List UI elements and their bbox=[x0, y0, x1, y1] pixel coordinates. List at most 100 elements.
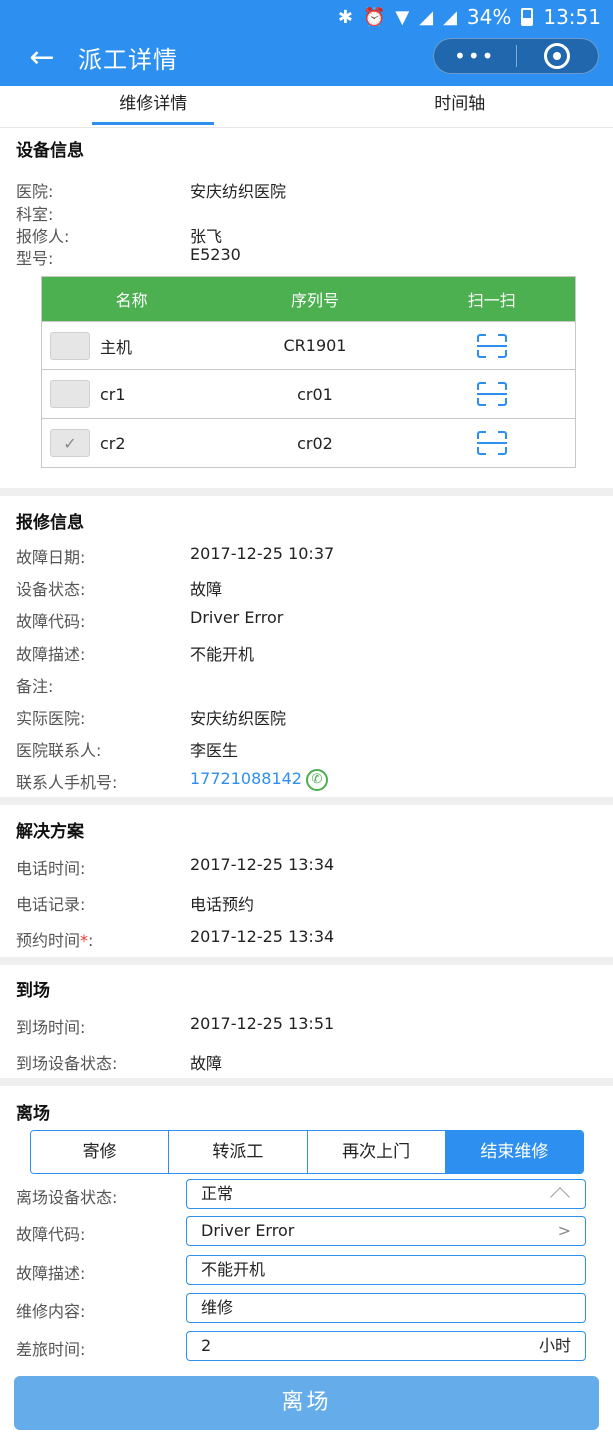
fault-code-picker[interactable]: Driver Error > bbox=[186, 1216, 586, 1246]
device-table: 名称 序列号 扫一扫 主机 CR1901 cr1 cr01 ✓ cr2 cr02 bbox=[41, 276, 576, 468]
fault-code-label: 故障代码: bbox=[16, 612, 86, 631]
bluetooth-icon: ✱ bbox=[337, 6, 353, 28]
checkmark-icon: ✓ bbox=[63, 433, 77, 453]
arrival-title: 到场 bbox=[16, 981, 50, 1001]
appointment-time-label-colon: : bbox=[88, 931, 94, 950]
wifi-icon: ▼ bbox=[395, 6, 410, 28]
segment-revisit[interactable]: 再次上门 bbox=[307, 1131, 446, 1173]
arrival-time-label: 到场时间: bbox=[16, 1018, 86, 1037]
tab-repair-details[interactable]: 维修详情 bbox=[0, 86, 307, 127]
section-divider bbox=[0, 797, 613, 805]
device-name: cr2 bbox=[100, 433, 126, 453]
section-divider bbox=[0, 957, 613, 965]
top-bar: ✱ ⏰ ▼ ◢ ◢ 34% 13:51 ← 派工详情 ••• bbox=[0, 0, 613, 86]
chevron-right-icon: > bbox=[557, 1221, 571, 1240]
call-time-label: 电话时间: bbox=[16, 859, 86, 878]
repair-info-title: 报修信息 bbox=[16, 513, 84, 533]
fault-description-value: 不能开机 bbox=[190, 645, 255, 664]
status-bar: ✱ ⏰ ▼ ◢ ◢ 34% 13:51 bbox=[338, 4, 601, 30]
contact-phone-link[interactable]: 17721088142 bbox=[190, 769, 302, 788]
repair-content-value: 维修 bbox=[201, 1298, 234, 1317]
departure-action-segmented: 寄修 转派工 再次上门 结束维修 bbox=[30, 1130, 584, 1174]
departure-fault-description-label: 故障描述: bbox=[16, 1264, 86, 1283]
segment-reassign[interactable]: 转派工 bbox=[169, 1131, 308, 1173]
tab-timeline[interactable]: 时间轴 bbox=[307, 86, 613, 127]
nav-bar: ← 派工详情 ••• bbox=[0, 32, 613, 82]
department-label: 科室: bbox=[16, 205, 54, 224]
call-time-value: 2017-12-25 13:34 bbox=[190, 855, 335, 874]
repair-content-label: 维修内容: bbox=[16, 1302, 86, 1321]
reporter-value: 张飞 bbox=[190, 227, 223, 246]
close-mini-program-button[interactable] bbox=[517, 39, 599, 73]
fault-code-value: Driver Error bbox=[190, 608, 284, 627]
departure-status-label: 离场设备状态: bbox=[16, 1188, 118, 1207]
device-checkbox[interactable] bbox=[50, 331, 90, 360]
scan-icon[interactable] bbox=[476, 431, 507, 455]
contact-phone-label: 联系人手机号: bbox=[16, 773, 118, 792]
departure-fault-description-value: 不能开机 bbox=[201, 1260, 266, 1279]
scan-icon[interactable] bbox=[476, 333, 507, 358]
segment-mail-repair[interactable]: 寄修 bbox=[31, 1131, 170, 1173]
call-record-label: 电话记录: bbox=[16, 895, 86, 914]
alarm-icon: ⏰ bbox=[362, 6, 386, 28]
actual-hospital-label: 实际医院: bbox=[16, 709, 86, 728]
appointment-time-label-text: 预约时间 bbox=[16, 931, 81, 950]
fault-description-label: 故障描述: bbox=[16, 645, 86, 664]
depart-submit-button[interactable]: 离场 bbox=[14, 1376, 599, 1430]
column-header-scan: 扫一扫 bbox=[467, 291, 516, 310]
fault-date-label: 故障日期: bbox=[16, 548, 86, 567]
status-time: 13:51 bbox=[543, 5, 601, 29]
reporter-label: 报修人: bbox=[16, 227, 70, 246]
model-label: 型号: bbox=[16, 249, 54, 268]
back-arrow-icon: ← bbox=[29, 39, 55, 75]
battery-icon bbox=[521, 8, 534, 26]
departure-title: 离场 bbox=[16, 1104, 50, 1124]
travel-time-label: 差旅时间: bbox=[16, 1340, 86, 1359]
battery-percent: 34% bbox=[466, 5, 512, 29]
remark-label: 备注: bbox=[16, 677, 54, 696]
more-button[interactable]: ••• bbox=[434, 39, 516, 73]
hospital-value: 安庆纺织医院 bbox=[190, 182, 287, 201]
model-value: E5230 bbox=[190, 245, 241, 264]
device-checkbox[interactable] bbox=[50, 380, 90, 408]
arrival-device-status-label: 到场设备状态: bbox=[16, 1054, 118, 1073]
device-serial: cr02 bbox=[297, 433, 333, 453]
column-header-serial: 序列号 bbox=[290, 291, 339, 310]
hospital-label: 医院: bbox=[16, 182, 54, 201]
signal-icon: ◢ bbox=[419, 6, 434, 28]
required-mark: * bbox=[80, 931, 89, 950]
travel-time-input[interactable]: 2 小时 bbox=[186, 1331, 586, 1361]
actual-hospital-value: 安庆纺织医院 bbox=[190, 709, 287, 728]
departure-status-select[interactable]: 正常 bbox=[186, 1179, 586, 1209]
phone-call-icon[interactable]: ✆ bbox=[305, 769, 328, 791]
section-divider bbox=[0, 488, 613, 496]
table-row: 主机 CR1901 bbox=[42, 321, 575, 369]
repair-content-input[interactable]: 维修 bbox=[186, 1293, 586, 1323]
appointment-time-value: 2017-12-25 13:34 bbox=[190, 927, 335, 946]
device-table-header: 名称 序列号 扫一扫 bbox=[42, 277, 575, 321]
chevron-up-icon bbox=[550, 1187, 570, 1207]
arrival-time-value: 2017-12-25 13:51 bbox=[190, 1014, 335, 1033]
segment-finish-repair[interactable]: 结束维修 bbox=[445, 1131, 583, 1173]
arrival-device-status-value: 故障 bbox=[190, 1054, 223, 1073]
page-title: 派工详情 bbox=[78, 45, 178, 74]
scan-icon[interactable] bbox=[476, 382, 507, 406]
device-status-label: 设备状态: bbox=[16, 580, 86, 599]
signal-4g-icon: ◢ bbox=[443, 6, 457, 28]
solution-title: 解决方案 bbox=[16, 822, 84, 842]
hospital-contact-value: 李医生 bbox=[190, 741, 239, 760]
call-record-value: 电话预约 bbox=[190, 895, 255, 914]
more-dots-icon: ••• bbox=[454, 44, 496, 68]
departure-fault-code-label: 故障代码: bbox=[16, 1225, 86, 1244]
travel-time-unit: 小时 bbox=[538, 1336, 571, 1355]
hospital-contact-label: 医院联系人: bbox=[16, 741, 102, 760]
device-status-value: 故障 bbox=[190, 580, 223, 599]
device-name: 主机 bbox=[100, 337, 133, 357]
detail-tabs: 维修详情 时间轴 bbox=[0, 86, 613, 128]
device-serial: cr01 bbox=[297, 384, 333, 404]
column-header-name: 名称 bbox=[115, 291, 148, 310]
fault-date-value: 2017-12-25 10:37 bbox=[190, 544, 335, 563]
device-checkbox-checked[interactable]: ✓ bbox=[50, 429, 90, 457]
back-button[interactable]: ← bbox=[22, 37, 62, 77]
fault-description-input[interactable]: 不能开机 bbox=[186, 1255, 586, 1285]
